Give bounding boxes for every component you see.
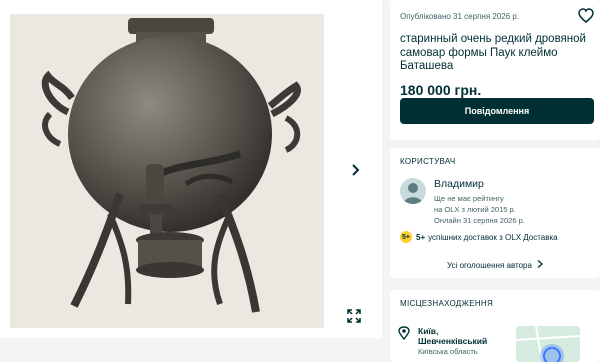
all-ads-link[interactable]: Усі оголошення автора — [390, 260, 600, 270]
delivery-badge-icon: 5+ — [400, 231, 412, 243]
user-member-since: на OLX з лютий 2015 р. — [434, 205, 516, 214]
user-section-title: КОРИСТУВАЧ — [400, 157, 456, 166]
ad-price: 180 000 грн. — [400, 81, 482, 98]
location-card: МІСЦЕЗНАХОДЖЕННЯ Київ, Шевченківський Ки… — [390, 290, 600, 362]
location-section-title: МІСЦЕЗНАХОДЖЕННЯ — [400, 299, 494, 308]
message-button[interactable]: Повідомлення — [400, 98, 594, 124]
delivery-count: 5+ — [416, 232, 426, 242]
all-ads-label: Усі оголошення автора — [447, 261, 532, 270]
expand-photo-button[interactable] — [343, 305, 365, 327]
district-name: Шевченківський — [418, 336, 488, 346]
ad-card: Опубліковано 31 серпня 2026 р. старинный… — [390, 0, 600, 140]
published-date: Опубліковано 31 серпня 2026 р. — [400, 12, 520, 21]
deliveries-info: 5+ 5+ успішних доставок з OLX Доставка — [400, 231, 558, 243]
ad-title: старинный очень редкий дровяной самовар … — [400, 33, 586, 72]
delivery-text: успішних доставок з OLX Доставка — [428, 232, 558, 242]
user-rating: Ще не має рейтингу — [434, 194, 504, 203]
user-name[interactable]: Владимир — [434, 178, 484, 190]
next-photo-button[interactable] — [345, 160, 365, 180]
heart-icon[interactable] — [578, 8, 594, 24]
city-name: Київ, — [418, 326, 439, 336]
location-city: Київ, Шевченківський — [418, 326, 487, 346]
chevron-right-icon — [537, 260, 543, 270]
samovar-photo[interactable] — [10, 14, 324, 328]
location-region: Київська область — [418, 347, 478, 356]
user-card: КОРИСТУВАЧ Владимир Ще не має рейтингу н… — [390, 148, 600, 278]
user-last-online: Онлайн 31 серпня 2026 р. — [434, 216, 525, 225]
location-pin-icon — [398, 326, 410, 341]
photo-gallery — [0, 0, 382, 338]
map-thumbnail[interactable] — [516, 326, 580, 362]
expand-icon — [347, 309, 361, 323]
avatar[interactable] — [400, 178, 426, 204]
chevron-right-icon — [352, 164, 360, 176]
